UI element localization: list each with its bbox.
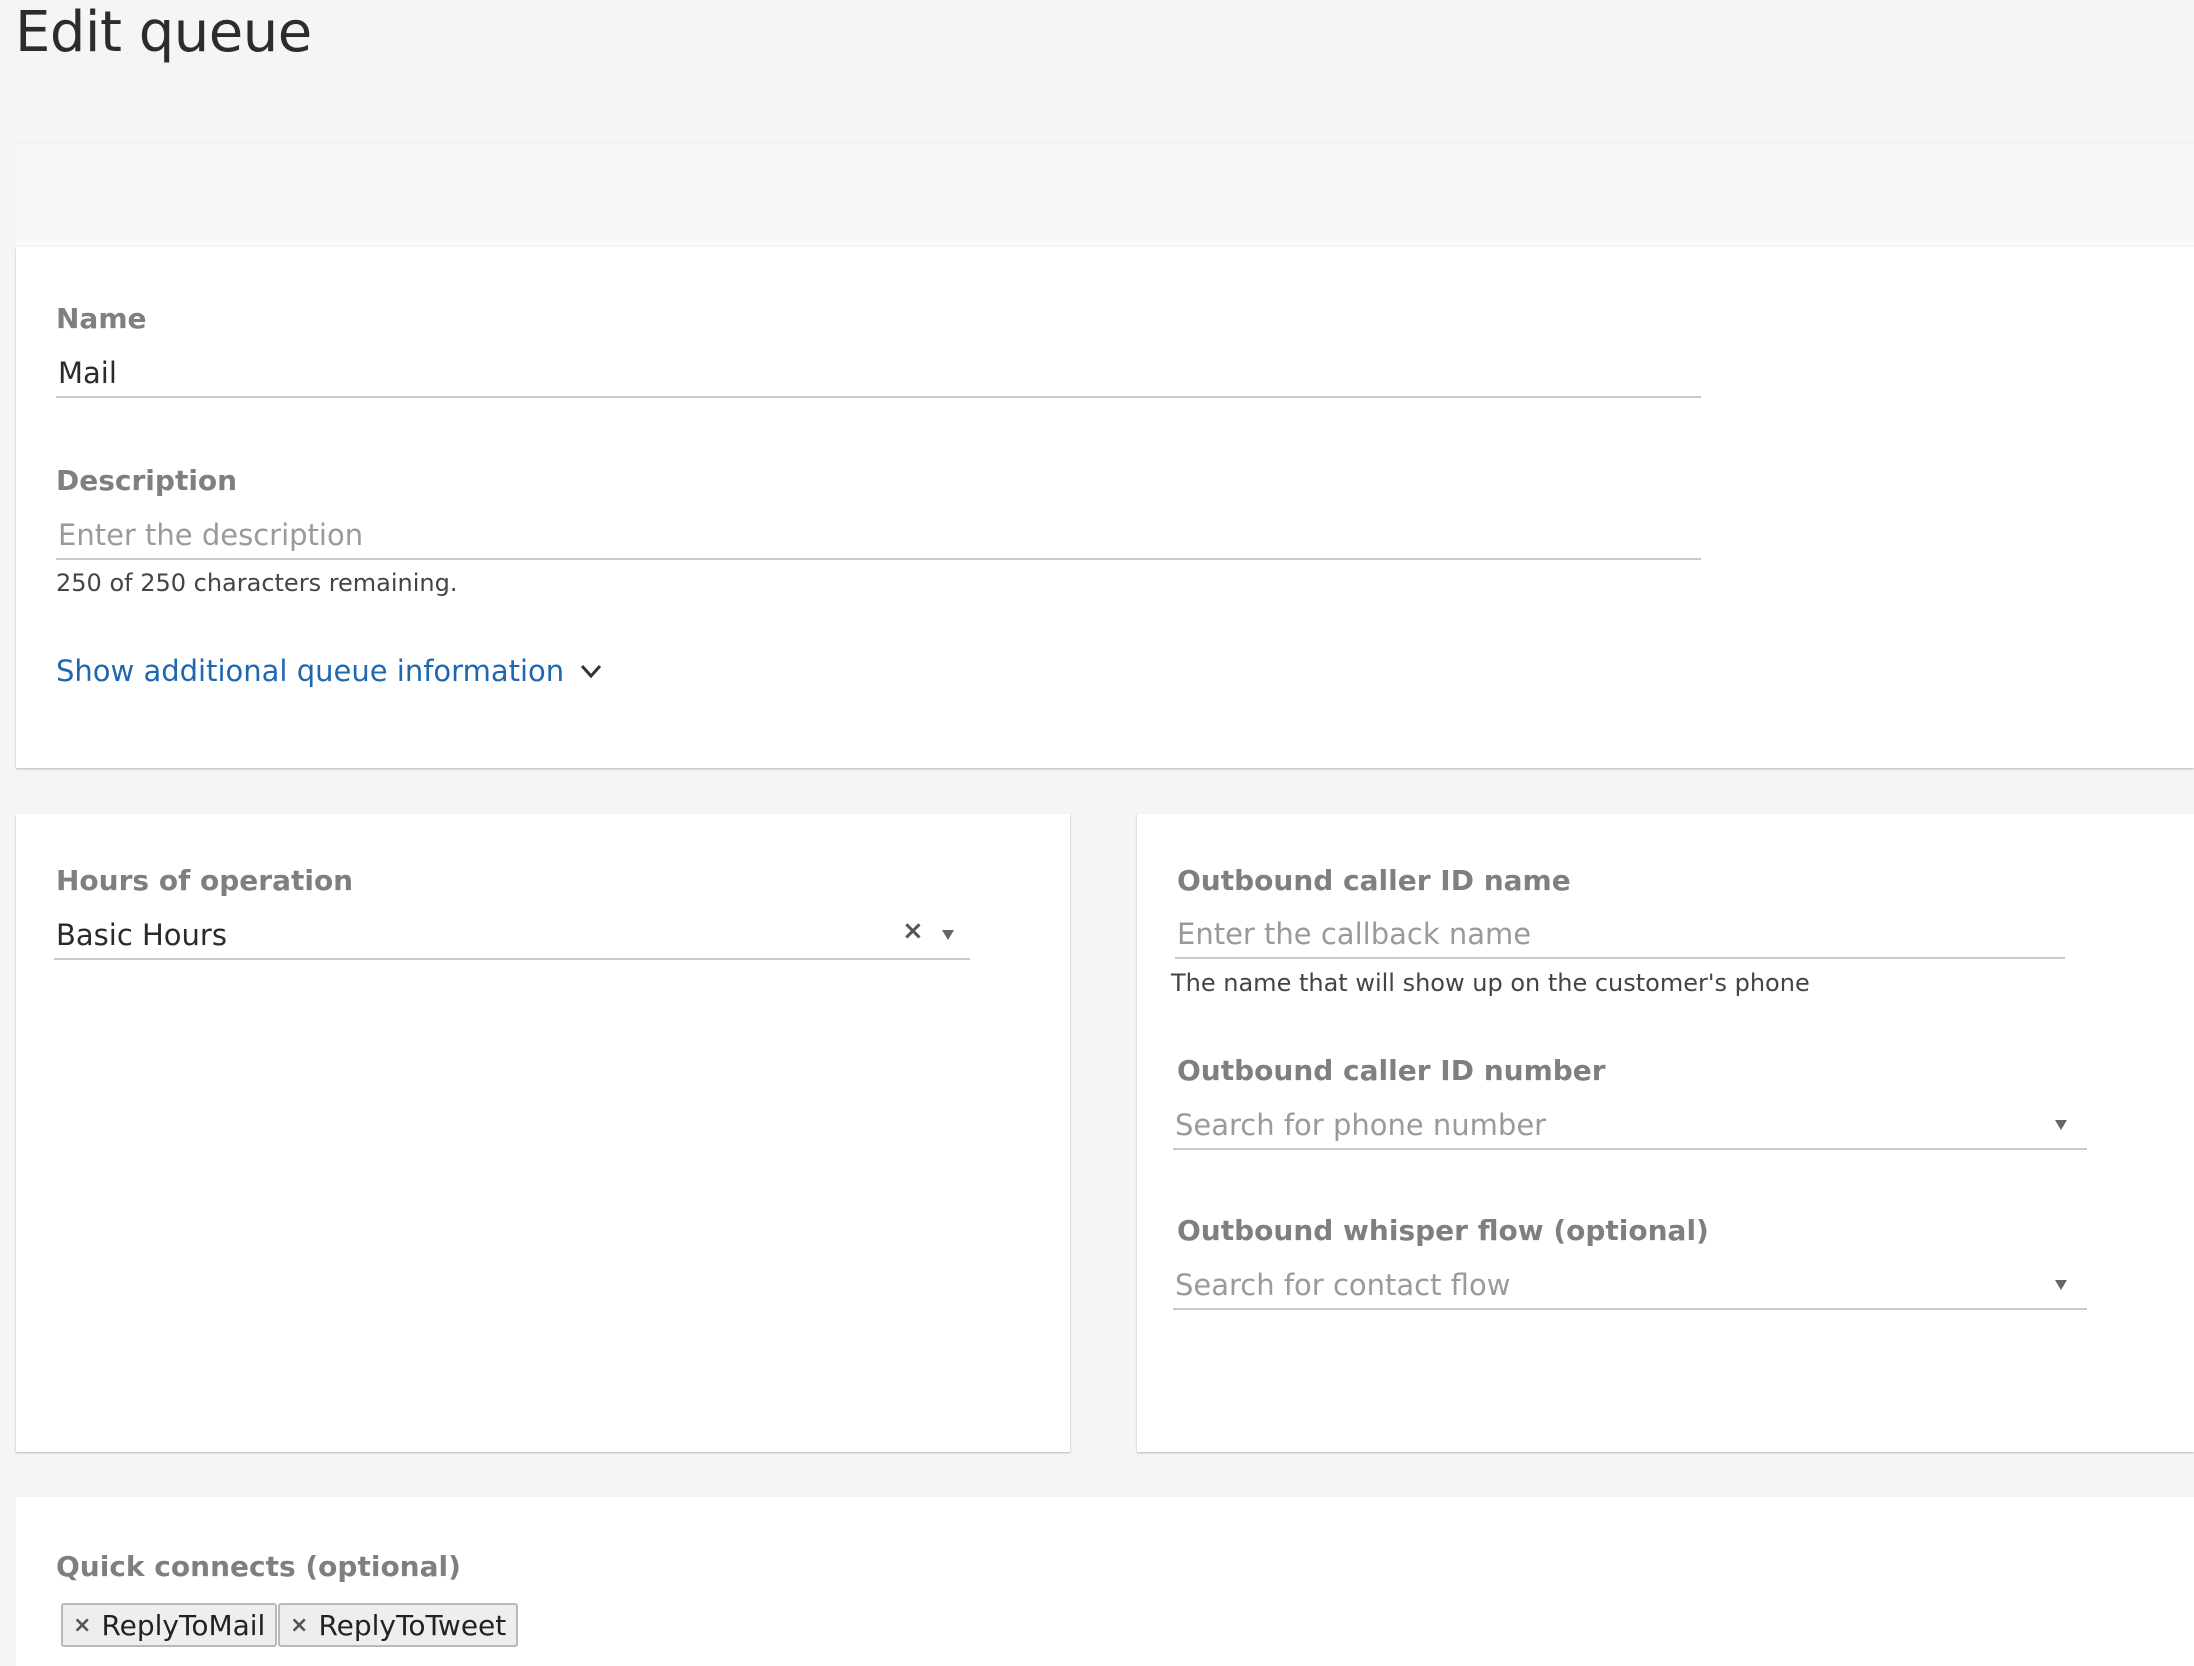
hours-label: Hours of operation bbox=[56, 864, 354, 897]
caller-id-name-input[interactable]: Enter the callback name bbox=[1175, 903, 2065, 959]
whisper-flow-select[interactable]: Search for contact flow bbox=[1173, 1254, 2087, 1310]
hours-value: Basic Hours bbox=[56, 918, 227, 952]
name-label: Name bbox=[56, 302, 147, 335]
show-additional-info-label: Show additional queue information bbox=[56, 654, 565, 688]
toolbar-band bbox=[16, 143, 2194, 247]
clear-icon[interactable]: × bbox=[902, 916, 924, 946]
caller-id-name-hint: The name that will show up on the custom… bbox=[1171, 969, 1810, 997]
queue-details-card: Name Mail Description Enter the descript… bbox=[16, 247, 2194, 768]
description-input[interactable]: Enter the description bbox=[56, 504, 1701, 560]
outbound-card: Outbound caller ID name Enter the callba… bbox=[1137, 814, 2194, 1452]
caller-id-number-placeholder: Search for phone number bbox=[1175, 1108, 1547, 1142]
remove-icon[interactable]: × bbox=[73, 1613, 91, 1638]
name-input[interactable]: Mail bbox=[56, 342, 1701, 398]
caret-down-icon[interactable] bbox=[2055, 1280, 2067, 1290]
chip-label: ReplyToTweet bbox=[318, 1608, 507, 1642]
quick-connect-chip[interactable]: × ReplyToMail bbox=[61, 1603, 278, 1647]
caller-id-name-placeholder: Enter the callback name bbox=[1177, 917, 1532, 951]
hours-card: Hours of operation Basic Hours × bbox=[16, 814, 1070, 1452]
caller-id-name-label: Outbound caller ID name bbox=[1177, 864, 1571, 897]
chip-label: ReplyToMail bbox=[101, 1608, 266, 1642]
description-label: Description bbox=[56, 464, 238, 497]
hours-select[interactable]: Basic Hours × bbox=[54, 904, 970, 960]
show-additional-info-link[interactable]: Show additional queue information bbox=[56, 654, 604, 688]
whisper-flow-label: Outbound whisper flow (optional) bbox=[1177, 1214, 1709, 1247]
quick-connect-chip[interactable]: × ReplyToTweet bbox=[278, 1603, 519, 1647]
caret-down-icon[interactable] bbox=[942, 930, 954, 940]
page-title: Edit queue bbox=[15, 0, 312, 65]
whisper-flow-placeholder: Search for contact flow bbox=[1175, 1268, 1511, 1302]
quick-connects-label: Quick connects (optional) bbox=[56, 1550, 461, 1583]
name-value: Mail bbox=[58, 356, 117, 390]
remove-icon[interactable]: × bbox=[290, 1613, 308, 1638]
description-char-count: 250 of 250 characters remaining. bbox=[56, 569, 458, 597]
chevron-down-icon bbox=[581, 664, 602, 679]
caller-id-number-select[interactable]: Search for phone number bbox=[1173, 1094, 2087, 1150]
description-placeholder: Enter the description bbox=[58, 518, 364, 552]
caret-down-icon[interactable] bbox=[2055, 1120, 2067, 1130]
caller-id-number-label: Outbound caller ID number bbox=[1177, 1054, 1606, 1087]
quick-connects-card: Quick connects (optional) × ReplyToMail … bbox=[16, 1497, 2194, 1666]
